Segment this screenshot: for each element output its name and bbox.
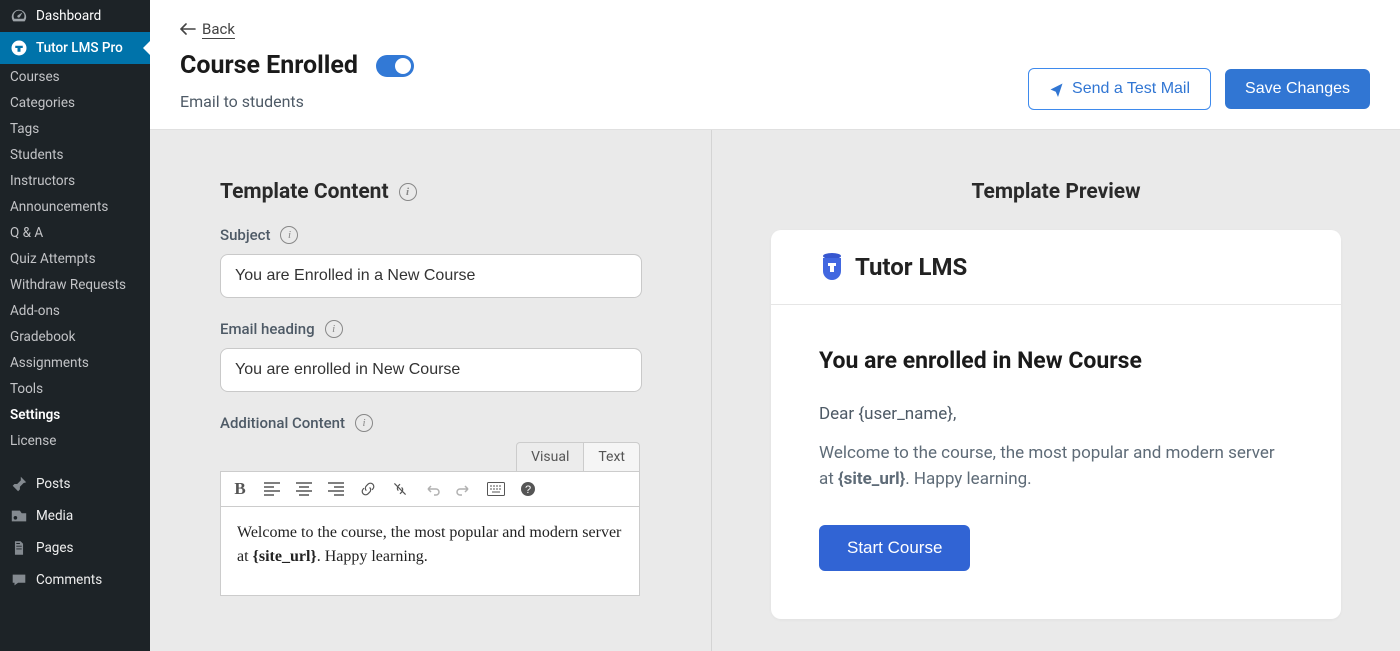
preview-body-var: {site_url} (838, 469, 905, 489)
section-title-label: Template Content (220, 180, 389, 204)
bold-icon[interactable]: B (229, 478, 251, 500)
sidebar-item-qa[interactable]: Q & A (0, 220, 150, 246)
align-center-icon[interactable] (293, 478, 315, 500)
heading-label-text: Email heading (220, 320, 315, 338)
help-icon[interactable]: ? (517, 478, 539, 500)
sidebar-item-license[interactable]: License (0, 428, 150, 454)
tab-text[interactable]: Text (584, 442, 640, 471)
tab-visual[interactable]: Visual (516, 442, 584, 471)
rich-editor: Visual Text B ? (220, 442, 640, 596)
preview-brand-header: Tutor LMS (771, 230, 1341, 305)
sidebar-item-comments[interactable]: Comments (0, 564, 150, 596)
sidebar-item-courses[interactable]: Courses (0, 64, 150, 90)
pages-icon (10, 539, 28, 557)
editor-toolbar: B ? (220, 471, 640, 506)
additional-label-text: Additional Content (220, 414, 345, 432)
send-test-label: Send a Test Mail (1072, 80, 1190, 98)
sidebar-item-settings[interactable]: Settings (0, 402, 150, 428)
sidebar-item-media[interactable]: Media (0, 500, 150, 532)
comment-icon (10, 571, 28, 589)
send-icon (1049, 82, 1064, 97)
preview-greeting: Dear {user_name}, (819, 404, 1293, 424)
sidebar-item-categories[interactable]: Categories (0, 90, 150, 116)
sidebar-item-announcements[interactable]: Announcements (0, 194, 150, 220)
back-link[interactable]: Back (180, 20, 235, 38)
subject-input[interactable] (220, 254, 642, 298)
editor-body[interactable]: Welcome to the course, the most popular … (220, 506, 640, 596)
preview-cta-label: Start Course (847, 538, 942, 557)
sidebar-item-tags[interactable]: Tags (0, 116, 150, 142)
subject-label-text: Subject (220, 226, 270, 244)
page-subtitle: Email to students (180, 92, 414, 111)
page-title: Course Enrolled (180, 51, 358, 80)
info-icon[interactable]: i (325, 320, 343, 338)
sidebar-item-dashboard[interactable]: Dashboard (0, 0, 150, 32)
link-icon[interactable] (357, 478, 379, 500)
section-template-content: Template Content i (220, 180, 671, 204)
template-preview-card: Tutor LMS You are enrolled in New Course… (771, 230, 1341, 619)
sidebar-label: Tutor LMS Pro (36, 40, 123, 56)
editor-text-var: {site_url} (253, 548, 317, 565)
sidebar-label: Pages (36, 540, 74, 556)
sidebar-item-gradebook[interactable]: Gradebook (0, 324, 150, 350)
keyboard-icon[interactable] (485, 478, 507, 500)
sidebar-label: Dashboard (36, 8, 101, 24)
sidebar-label: Comments (36, 572, 102, 588)
save-label: Save Changes (1245, 80, 1350, 98)
admin-sidebar: Dashboard Tutor LMS Pro Courses Categori… (0, 0, 150, 651)
additional-content-label: Additional Content i (220, 414, 671, 432)
sidebar-item-tutor-lms[interactable]: Tutor LMS Pro (0, 32, 150, 64)
sidebar-item-students[interactable]: Students (0, 142, 150, 168)
preview-email-heading: You are enrolled in New Course (819, 347, 1293, 374)
info-icon[interactable]: i (399, 183, 417, 201)
sidebar-item-posts[interactable]: Posts (0, 468, 150, 500)
send-test-mail-button[interactable]: Send a Test Mail (1028, 68, 1211, 110)
email-heading-input[interactable] (220, 348, 642, 392)
info-icon[interactable]: i (280, 226, 298, 244)
save-changes-button[interactable]: Save Changes (1225, 69, 1370, 109)
info-icon[interactable]: i (355, 414, 373, 432)
enable-toggle[interactable] (376, 55, 414, 77)
preview-body-text: Welcome to the course, the most popular … (819, 440, 1293, 493)
tutor-logo-icon (10, 39, 28, 57)
tutor-lms-logo-icon (819, 252, 845, 282)
align-left-icon[interactable] (261, 478, 283, 500)
dashboard-icon (10, 7, 28, 25)
media-icon (10, 507, 28, 525)
align-right-icon[interactable] (325, 478, 347, 500)
sidebar-item-pages[interactable]: Pages (0, 532, 150, 564)
redo-icon[interactable] (453, 478, 475, 500)
sidebar-item-instructors[interactable]: Instructors (0, 168, 150, 194)
svg-text:?: ? (525, 484, 531, 496)
subject-label: Subject i (220, 226, 671, 244)
editor-text-post: . Happy learning. (317, 548, 428, 565)
preview-cta-button[interactable]: Start Course (819, 525, 970, 571)
sidebar-item-addons[interactable]: Add-ons (0, 298, 150, 324)
preview-body-post: . Happy learning. (905, 469, 1031, 489)
sidebar-label: Posts (36, 476, 70, 492)
preview-brand-name: Tutor LMS (855, 253, 967, 281)
unlink-icon[interactable] (389, 478, 411, 500)
arrow-left-icon (180, 23, 196, 35)
page-header: Back Course Enrolled Email to students S… (150, 0, 1400, 130)
pin-icon (10, 475, 28, 493)
email-heading-label: Email heading i (220, 320, 671, 338)
sidebar-item-withdraw-requests[interactable]: Withdraw Requests (0, 272, 150, 298)
undo-icon[interactable] (421, 478, 443, 500)
preview-section-title: Template Preview (971, 180, 1140, 204)
sidebar-item-quiz-attempts[interactable]: Quiz Attempts (0, 246, 150, 272)
sidebar-label: Media (36, 508, 73, 524)
sidebar-item-tools[interactable]: Tools (0, 376, 150, 402)
sidebar-item-assignments[interactable]: Assignments (0, 350, 150, 376)
back-label: Back (202, 20, 235, 38)
